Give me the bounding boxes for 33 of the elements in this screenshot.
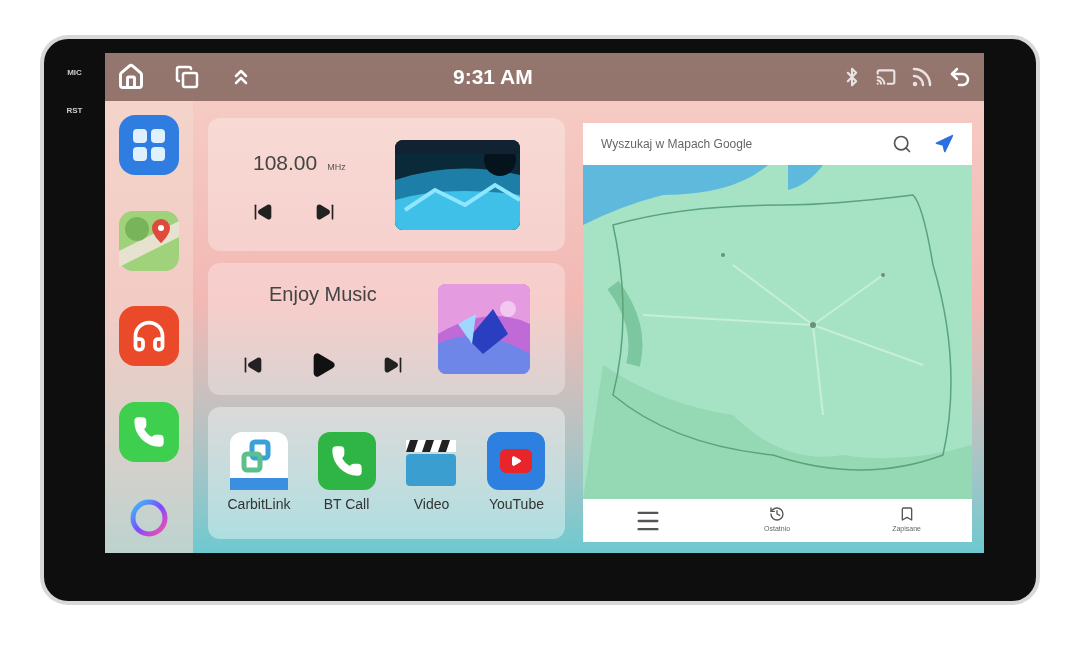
bezel-label: RST xyxy=(66,105,83,117)
app-label[interactable]: CarbitLink xyxy=(227,493,291,515)
clock: 9:31 AM xyxy=(453,64,533,91)
app-label[interactable]: YouTube xyxy=(488,493,544,515)
next-icon[interactable] xyxy=(383,355,403,375)
headphones-icon[interactable] xyxy=(119,306,179,366)
signal-icon xyxy=(910,65,934,89)
next-icon[interactable] xyxy=(315,202,335,223)
play-app-icon[interactable] xyxy=(487,431,546,490)
map-pin-icon[interactable] xyxy=(119,210,179,271)
frequency-unit: MHz xyxy=(327,160,346,174)
recent-apps-icon[interactable] xyxy=(175,65,199,89)
history-icon xyxy=(769,506,786,523)
music-title: Enjoy Music xyxy=(269,282,378,307)
search-placeholder: Wyszukaj w Mapach Google xyxy=(601,136,753,153)
bezel-label: MIC xyxy=(67,67,82,79)
apps-grid-icon[interactable] xyxy=(119,115,179,175)
music-card[interactable]: Enjoy Music xyxy=(208,263,565,395)
map-search-field[interactable]: Wyszukaj w Mapach Google xyxy=(583,123,972,165)
home-icon[interactable] xyxy=(117,63,145,91)
ring-icon[interactable] xyxy=(128,497,170,539)
search-icon[interactable] xyxy=(892,134,912,154)
previous-icon[interactable] xyxy=(253,202,273,223)
directions-icon[interactable] xyxy=(934,134,954,154)
back-icon[interactable] xyxy=(948,65,972,89)
frequency: 108.00 xyxy=(253,149,318,176)
phone-app-icon[interactable] xyxy=(317,431,376,490)
cast-icon xyxy=(876,67,896,87)
link-app-icon[interactable] xyxy=(230,431,288,490)
app-label[interactable]: BT Call xyxy=(323,493,370,515)
previous-icon[interactable] xyxy=(243,355,263,375)
app-label[interactable]: Video xyxy=(413,493,450,515)
radio-card[interactable]: 108.00 MHz xyxy=(208,118,565,251)
